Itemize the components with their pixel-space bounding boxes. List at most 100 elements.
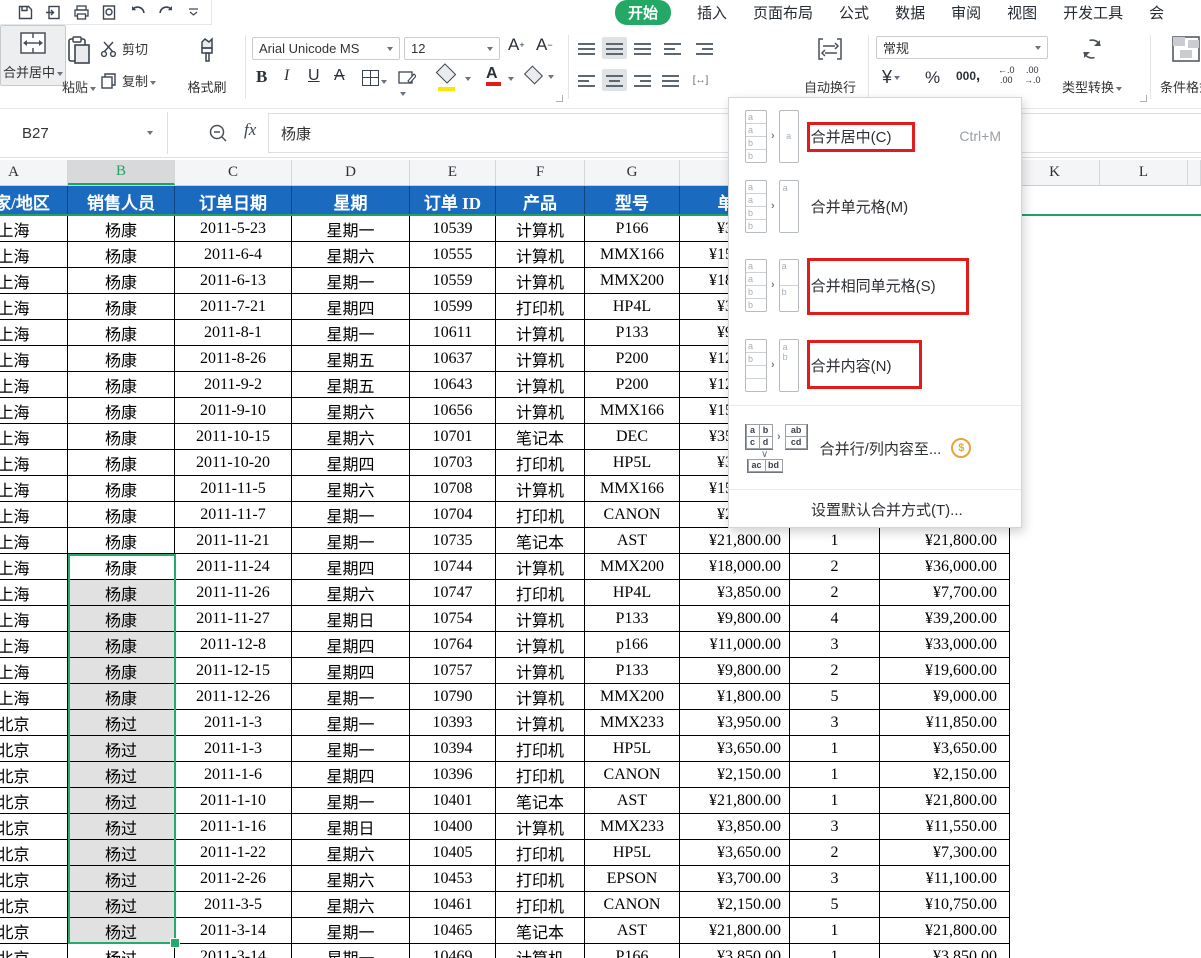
paste-button[interactable]: 粘贴 bbox=[52, 36, 106, 96]
cell[interactable]: CANON bbox=[585, 762, 680, 788]
cell[interactable]: 2011-5-23 bbox=[175, 216, 292, 242]
header-cell[interactable]: 订单 ID bbox=[410, 186, 496, 216]
cell[interactable]: 打印机 bbox=[496, 840, 585, 866]
copy-button[interactable]: 复制 bbox=[100, 71, 156, 90]
cell[interactable]: HP5L bbox=[585, 450, 680, 476]
column-letter-A[interactable]: A bbox=[0, 160, 68, 185]
cell[interactable]: EPSON bbox=[585, 866, 680, 892]
cell[interactable]: 北京 bbox=[0, 736, 68, 762]
cell[interactable]: 10396 bbox=[410, 762, 496, 788]
cell[interactable]: 杨康 bbox=[68, 346, 175, 372]
underline-button[interactable]: U bbox=[308, 67, 320, 85]
font-color-button[interactable]: A bbox=[486, 65, 501, 86]
cell[interactable]: 计算机 bbox=[496, 216, 585, 242]
currency-button[interactable]: ¥ bbox=[882, 67, 900, 88]
cell[interactable]: 2011-1-6 bbox=[175, 762, 292, 788]
cell[interactable]: 打印机 bbox=[496, 580, 585, 606]
cell[interactable]: ¥3,850.00 bbox=[680, 814, 790, 840]
cell[interactable]: ¥3,850.00 bbox=[680, 580, 790, 606]
cell[interactable]: ¥39,200.00 bbox=[880, 606, 1010, 632]
cell[interactable]: 星期四 bbox=[292, 554, 410, 580]
cell[interactable]: 10747 bbox=[410, 580, 496, 606]
cell[interactable]: 10757 bbox=[410, 658, 496, 684]
header-cell[interactable]: 星期 bbox=[292, 186, 410, 216]
cell[interactable]: 2011-12-8 bbox=[175, 632, 292, 658]
cell[interactable]: 2011-9-2 bbox=[175, 372, 292, 398]
cell[interactable]: 星期四 bbox=[292, 632, 410, 658]
tab-3[interactable]: 公式 bbox=[839, 2, 869, 23]
cell[interactable]: 星期一 bbox=[292, 788, 410, 814]
cell[interactable]: ¥10,750.00 bbox=[880, 892, 1010, 918]
cut-button[interactable]: 剪切 bbox=[100, 39, 148, 58]
column-letter-F[interactable]: F bbox=[496, 160, 585, 185]
align-bottom-button[interactable] bbox=[630, 37, 655, 59]
cell[interactable]: ¥18,000.00 bbox=[680, 554, 790, 580]
cell[interactable]: 杨康 bbox=[68, 216, 175, 242]
cell[interactable]: 10790 bbox=[410, 684, 496, 710]
cell[interactable]: 1 bbox=[790, 528, 880, 554]
decrease-decimal-button[interactable]: .00→.0 bbox=[1024, 65, 1041, 85]
cell[interactable]: 上海 bbox=[0, 372, 68, 398]
cell[interactable]: 上海 bbox=[0, 424, 68, 450]
cell[interactable]: ¥11,000.00 bbox=[680, 632, 790, 658]
cell[interactable]: 10453 bbox=[410, 866, 496, 892]
cell[interactable]: 10555 bbox=[410, 242, 496, 268]
zoom-formula-icon[interactable] bbox=[208, 123, 228, 143]
cell[interactable]: 10469 bbox=[410, 944, 496, 958]
thousand-separator-button[interactable]: 000, bbox=[956, 67, 980, 84]
increase-indent-button[interactable] bbox=[692, 37, 717, 59]
cell[interactable]: 上海 bbox=[0, 606, 68, 632]
cell[interactable]: ¥9,000.00 bbox=[880, 684, 1010, 710]
cell[interactable]: 星期日 bbox=[292, 606, 410, 632]
cell[interactable]: 北京 bbox=[0, 866, 68, 892]
column-letter-L[interactable]: L bbox=[1100, 160, 1188, 185]
cell[interactable]: 北京 bbox=[0, 944, 68, 958]
cell[interactable]: 上海 bbox=[0, 632, 68, 658]
cell[interactable]: 计算机 bbox=[496, 554, 585, 580]
cell[interactable]: ¥1,800.00 bbox=[680, 684, 790, 710]
cell[interactable]: ¥2,150.00 bbox=[680, 892, 790, 918]
cell[interactable]: DEC bbox=[585, 424, 680, 450]
cell[interactable]: 北京 bbox=[0, 918, 68, 944]
cell[interactable]: 星期一 bbox=[292, 502, 410, 528]
cell[interactable]: ¥19,600.00 bbox=[880, 658, 1010, 684]
cell[interactable]: 10559 bbox=[410, 268, 496, 294]
font-size-select[interactable]: 12 bbox=[404, 37, 500, 60]
cell[interactable]: ¥2,150.00 bbox=[880, 762, 1010, 788]
cell[interactable]: ¥3,850.00 bbox=[680, 944, 790, 958]
cell[interactable]: ¥21,800.00 bbox=[880, 528, 1010, 554]
cell[interactable]: MMX200 bbox=[585, 268, 680, 294]
menu-item-2[interactable]: aabb›ab合并相同单元格(S) bbox=[729, 256, 1021, 314]
cell[interactable]: 计算机 bbox=[496, 684, 585, 710]
cell[interactable]: MMX233 bbox=[585, 710, 680, 736]
cell[interactable]: ¥3,650.00 bbox=[680, 736, 790, 762]
cell[interactable]: 2011-10-15 bbox=[175, 424, 292, 450]
cell[interactable]: 上海 bbox=[0, 242, 68, 268]
cell[interactable]: 1 bbox=[790, 788, 880, 814]
fill-handle[interactable] bbox=[170, 938, 180, 948]
cell[interactable]: 5 bbox=[790, 892, 880, 918]
cell[interactable]: 星期一 bbox=[292, 268, 410, 294]
undo-icon[interactable] bbox=[128, 3, 147, 22]
bold-button[interactable]: B bbox=[256, 67, 267, 87]
cell[interactable]: 计算机 bbox=[496, 710, 585, 736]
cell[interactable]: 上海 bbox=[0, 216, 68, 242]
cell[interactable]: 打印机 bbox=[496, 866, 585, 892]
cell[interactable]: ¥3,650.00 bbox=[880, 736, 1010, 762]
italic-button[interactable]: I bbox=[284, 67, 289, 85]
increase-font-button[interactable]: A+ bbox=[508, 35, 525, 55]
cell[interactable]: 2011-3-14 bbox=[175, 944, 292, 958]
cell[interactable]: 10744 bbox=[410, 554, 496, 580]
cell[interactable]: 打印机 bbox=[496, 892, 585, 918]
cell[interactable]: 打印机 bbox=[496, 450, 585, 476]
cell[interactable]: 北京 bbox=[0, 788, 68, 814]
cell[interactable]: 1 bbox=[790, 918, 880, 944]
cell-style-button[interactable] bbox=[398, 70, 416, 103]
cell[interactable]: 10754 bbox=[410, 606, 496, 632]
column-letter-E[interactable]: E bbox=[410, 160, 496, 185]
cell[interactable]: 4 bbox=[790, 606, 880, 632]
cell[interactable]: 10401 bbox=[410, 788, 496, 814]
tab-4[interactable]: 数据 bbox=[895, 2, 925, 23]
print-icon[interactable] bbox=[72, 3, 91, 22]
cell[interactable]: 10764 bbox=[410, 632, 496, 658]
